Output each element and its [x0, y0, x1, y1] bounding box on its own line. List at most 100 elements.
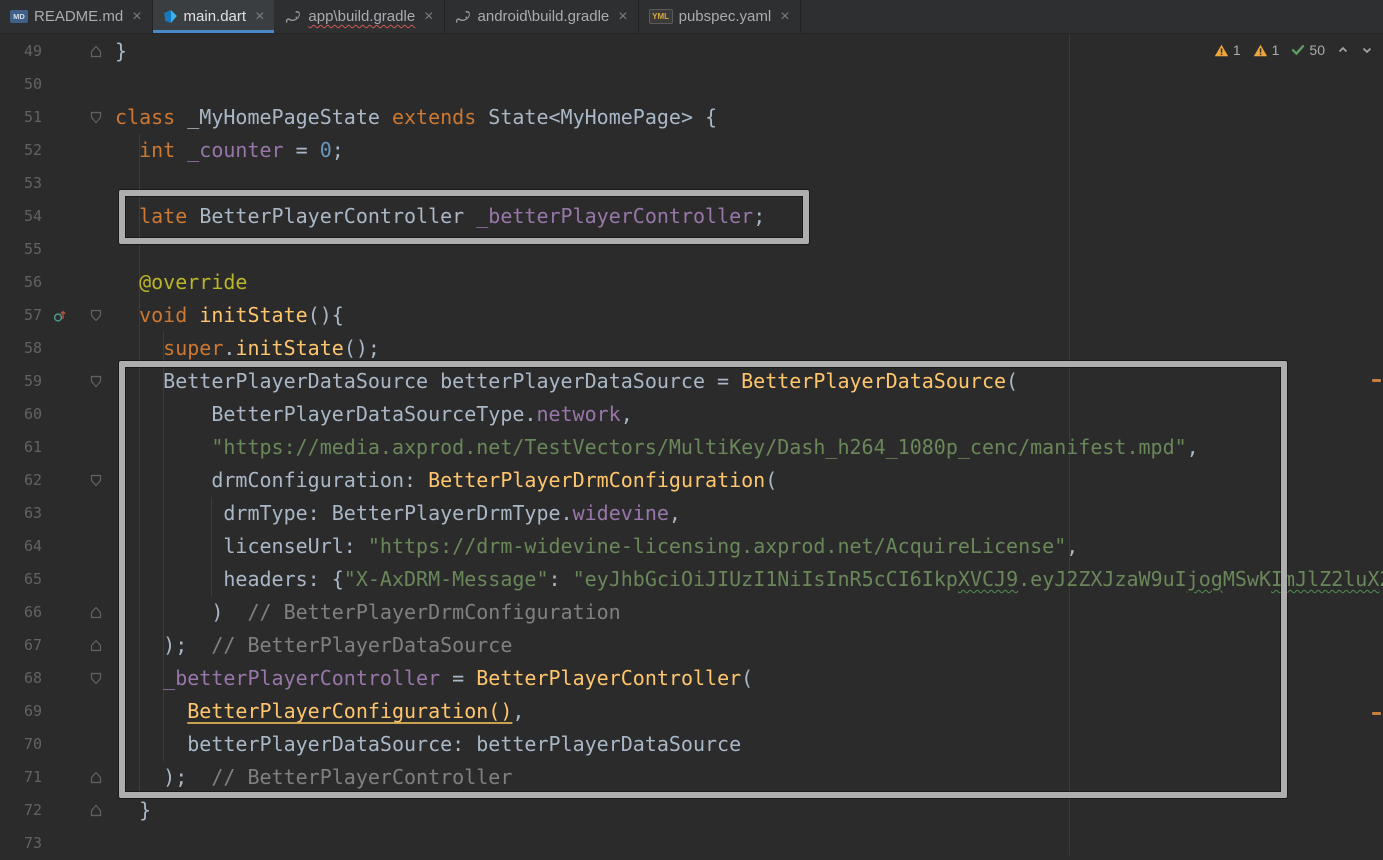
code-line[interactable]: 60 BetterPlayerDataSourceType.network,	[0, 398, 1383, 431]
code-text[interactable]: _betterPlayerController = BetterPlayerCo…	[115, 662, 753, 695]
line-number[interactable]: 67	[0, 629, 42, 662]
tab-close-icon[interactable]: ×	[780, 9, 789, 25]
prev-issue-button[interactable]	[1337, 44, 1349, 56]
inspection-ok[interactable]: 50	[1291, 42, 1325, 58]
line-number[interactable]: 60	[0, 398, 42, 431]
fold-end-icon[interactable]	[90, 606, 102, 619]
code-text[interactable]: betterPlayerDataSource: betterPlayerData…	[115, 728, 741, 761]
line-number[interactable]: 65	[0, 563, 42, 596]
line-number[interactable]: 72	[0, 794, 42, 827]
line-number[interactable]: 64	[0, 530, 42, 563]
warning-stripe-mark[interactable]	[1372, 379, 1381, 382]
code-text[interactable]: }	[115, 35, 127, 68]
line-number[interactable]: 59	[0, 365, 42, 398]
code-text[interactable]: late BetterPlayerController _betterPlaye…	[115, 200, 765, 233]
code-line[interactable]: 54 late BetterPlayerController _betterPl…	[0, 200, 1383, 233]
code-line[interactable]: 69 BetterPlayerConfiguration(),	[0, 695, 1383, 728]
editor-tab[interactable]: app\build.gradle×	[275, 0, 444, 33]
line-number[interactable]: 51	[0, 101, 42, 134]
code-text[interactable]: super.initState();	[115, 332, 380, 365]
code-text[interactable]: @override	[115, 266, 247, 299]
line-number[interactable]: 73	[0, 827, 42, 860]
code-line[interactable]: 49}	[0, 35, 1383, 68]
line-number[interactable]: 52	[0, 134, 42, 167]
code-line[interactable]: 68 _betterPlayerController = BetterPlaye…	[0, 662, 1383, 695]
code-line[interactable]: 55	[0, 233, 1383, 266]
line-number[interactable]: 66	[0, 596, 42, 629]
code-text[interactable]: int _counter = 0;	[115, 134, 344, 167]
code-text[interactable]: class _MyHomePageState extends State<MyH…	[115, 101, 717, 134]
fold-start-icon[interactable]	[90, 375, 102, 388]
fold-end-icon[interactable]	[90, 771, 102, 784]
inspection-warning-1[interactable]: 1	[1214, 42, 1241, 58]
line-number[interactable]: 68	[0, 662, 42, 695]
code-text[interactable]: ) // BetterPlayerDrmConfiguration	[115, 596, 621, 629]
code-line[interactable]: 61 "https://media.axprod.net/TestVectors…	[0, 431, 1383, 464]
editor-tab[interactable]: android\build.gradle×	[445, 0, 639, 33]
tab-close-icon[interactable]: ×	[255, 9, 264, 25]
editor-tab[interactable]: MDREADME.md×	[0, 0, 153, 33]
fold-end-icon[interactable]	[90, 804, 102, 817]
tab-close-icon[interactable]: ×	[424, 9, 433, 25]
code-line[interactable]: 56 @override	[0, 266, 1383, 299]
code-line[interactable]: 66 ) // BetterPlayerDrmConfiguration	[0, 596, 1383, 629]
line-number[interactable]: 71	[0, 761, 42, 794]
code-line[interactable]: 73	[0, 827, 1383, 860]
code-line[interactable]: 70 betterPlayerDataSource: betterPlayerD…	[0, 728, 1383, 761]
fold-start-icon[interactable]	[90, 474, 102, 487]
line-number[interactable]: 58	[0, 332, 42, 365]
line-number[interactable]: 50	[0, 68, 42, 101]
code-text[interactable]: "https://media.axprod.net/TestVectors/Mu…	[115, 431, 1199, 464]
tab-close-icon[interactable]: ×	[132, 9, 141, 25]
editor-tab[interactable]: main.dart×	[153, 0, 276, 33]
fold-end-icon[interactable]	[90, 639, 102, 652]
line-number[interactable]: 54	[0, 200, 42, 233]
code-text[interactable]: BetterPlayerDataSource betterPlayerDataS…	[115, 365, 1018, 398]
next-issue-button[interactable]	[1361, 44, 1373, 56]
code-line[interactable]: 64 licenseUrl: "https://drm-widevine-lic…	[0, 530, 1383, 563]
code-text[interactable]: ); // BetterPlayerDataSource	[115, 629, 512, 662]
inspection-warning-2[interactable]: 1	[1253, 42, 1280, 58]
code-text[interactable]: licenseUrl: "https://drm-widevine-licens…	[115, 530, 1078, 563]
line-number[interactable]: 56	[0, 266, 42, 299]
code-text[interactable]: void initState(){	[115, 299, 344, 332]
line-number[interactable]: 63	[0, 497, 42, 530]
code-line[interactable]: 63 drmType: BetterPlayerDrmType.widevine…	[0, 497, 1383, 530]
code-line[interactable]: 65 headers: {"X-AxDRM-Message": "eyJhbGc…	[0, 563, 1383, 596]
editor-tab[interactable]: YMLpubspec.yaml×	[639, 0, 801, 33]
code-text[interactable]: ); // BetterPlayerController	[115, 761, 512, 794]
warning-stripe-mark[interactable]	[1372, 712, 1381, 715]
fold-start-icon[interactable]	[90, 111, 102, 124]
code-line[interactable]: 53	[0, 167, 1383, 200]
line-number[interactable]: 62	[0, 464, 42, 497]
line-number[interactable]: 55	[0, 233, 42, 266]
code-line[interactable]: 62 drmConfiguration: BetterPlayerDrmConf…	[0, 464, 1383, 497]
fold-start-icon[interactable]	[90, 309, 102, 322]
code-line[interactable]: 71 ); // BetterPlayerController	[0, 761, 1383, 794]
code-line[interactable]: 67 ); // BetterPlayerDataSource	[0, 629, 1383, 662]
line-number[interactable]: 57	[0, 299, 42, 332]
code-text[interactable]: drmConfiguration: BetterPlayerDrmConfigu…	[115, 464, 777, 497]
tab-close-icon[interactable]: ×	[618, 9, 627, 25]
code-line[interactable]: 58 super.initState();	[0, 332, 1383, 365]
code-text[interactable]: headers: {"X-AxDRM-Message": "eyJhbGciOi…	[115, 563, 1383, 596]
code-line[interactable]: 72 }	[0, 794, 1383, 827]
fold-start-icon[interactable]	[90, 672, 102, 685]
code-text[interactable]: }	[115, 794, 151, 827]
code-line[interactable]: 51 class _MyHomePageState extends State<M…	[0, 101, 1383, 134]
code-area[interactable]: 49}5051class _MyHomePageState extends St…	[0, 34, 1383, 855]
line-number[interactable]: 49	[0, 35, 42, 68]
line-number[interactable]: 69	[0, 695, 42, 728]
code-line[interactable]: 57 void initState(){	[0, 299, 1383, 332]
code-line[interactable]: 50	[0, 68, 1383, 101]
code-text[interactable]: BetterPlayerDataSourceType.network,	[115, 398, 633, 431]
line-number[interactable]: 53	[0, 167, 42, 200]
fold-end-icon[interactable]	[90, 45, 102, 58]
code-text[interactable]: drmType: BetterPlayerDrmType.widevine,	[115, 497, 681, 530]
code-line[interactable]: 59 BetterPlayerDataSource betterPlayerDa…	[0, 365, 1383, 398]
override-method-icon[interactable]	[52, 308, 67, 323]
code-text[interactable]: BetterPlayerConfiguration(),	[115, 695, 524, 728]
code-line[interactable]: 52 int _counter = 0;	[0, 134, 1383, 167]
line-number[interactable]: 70	[0, 728, 42, 761]
line-number[interactable]: 61	[0, 431, 42, 464]
